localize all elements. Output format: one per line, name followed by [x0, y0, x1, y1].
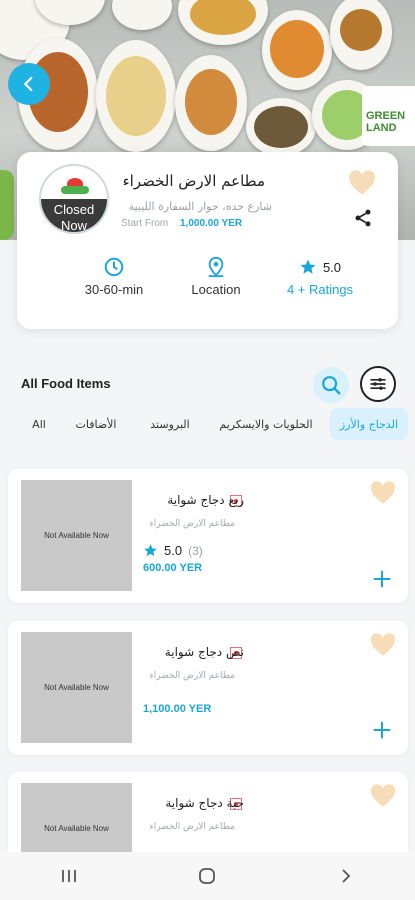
back-nav-button[interactable]: [326, 856, 366, 896]
location-stat[interactable]: Location: [185, 256, 247, 297]
filter-button[interactable]: [360, 366, 396, 402]
food-item-name: نص دجاج شواية: [164, 645, 244, 659]
tab-all[interactable]: All: [24, 408, 54, 440]
food-item-rating: 5.0 (3): [143, 543, 203, 558]
tab-additions[interactable]: الأضافات: [66, 408, 126, 440]
star-icon: [300, 259, 316, 274]
search-icon: [322, 376, 341, 395]
category-tabs: All الأضافات البروستد الحلويات والايسكري…: [0, 408, 415, 448]
restaurant-info-card: Closed Now مطاعم الارض الخضراء شارع حده،…: [17, 152, 398, 329]
start-from-price: 1,000.00 YER: [180, 218, 243, 229]
heart-icon[interactable]: [370, 481, 396, 505]
plus-icon[interactable]: [372, 720, 392, 740]
heart-icon[interactable]: [348, 170, 376, 196]
location-label: Location: [191, 282, 241, 297]
search-button[interactable]: [313, 367, 349, 403]
food-item-image: Not Available Now: [21, 632, 132, 743]
heart-icon[interactable]: [370, 784, 396, 808]
food-item-image: Not Available Now: [21, 783, 132, 852]
restaurant-logo: Closed Now: [39, 164, 109, 234]
food-item-restaurant: مطاعم الارض الخضراء: [149, 671, 235, 681]
food-item-name: حبة دجاج شواية: [165, 796, 244, 810]
heart-icon[interactable]: [370, 633, 396, 657]
delivery-time-label: 30-60-min: [84, 282, 144, 297]
food-item-restaurant: مطاعم الارض الخضراء: [149, 519, 235, 529]
food-item-price: 600.00 YER: [143, 562, 203, 574]
sliders-icon: [370, 378, 386, 390]
food-plate-image: [96, 40, 176, 152]
start-from-label: Start From: [121, 218, 169, 229]
restaurant-name: مطاعم الارض الخضراء: [122, 172, 265, 190]
delivery-time-stat: 30-60-min: [83, 256, 145, 297]
recent-apps-icon: [62, 870, 77, 882]
section-title: All Food Items: [21, 376, 111, 391]
food-item-restaurant: مطاعم الارض الخضراء: [149, 822, 235, 832]
home-icon: [199, 868, 216, 884]
food-plate-image: [246, 98, 316, 156]
food-item-card[interactable]: Not Available Now حبة دجاج شواية مطاعم ا…: [8, 772, 408, 852]
hero-logo-sign: GREEN LAND: [362, 86, 415, 146]
chevron-right-icon: [342, 869, 351, 883]
home-button[interactable]: [187, 856, 227, 896]
tab-desserts[interactable]: الحلويات والايسكريم: [210, 408, 322, 440]
food-plate-image: [178, 0, 268, 45]
food-item-image: Not Available Now: [21, 480, 132, 591]
plus-icon[interactable]: [372, 569, 392, 589]
tab-chicken-rice[interactable]: الدجاج والأرز: [330, 408, 408, 440]
food-item-price: 1,100.00 YER: [143, 703, 212, 715]
star-icon: [144, 544, 157, 557]
food-item-card[interactable]: Not Available Now نص دجاج شواية مطاعم ال…: [8, 621, 408, 755]
rating-stat[interactable]: 5.0 4 + Ratings: [280, 256, 360, 297]
food-item-card[interactable]: Not Available Now ربع دجاج شواية مطاعم ا…: [8, 469, 408, 603]
chevron-left-icon: [24, 76, 33, 92]
tab-broasted[interactable]: البروستد: [138, 408, 202, 440]
back-button[interactable]: [8, 63, 50, 105]
food-plate-image: [175, 55, 247, 151]
food-item-rating-count: (3): [188, 543, 203, 558]
food-plate-image: [262, 10, 332, 90]
clock-icon: [104, 257, 124, 277]
system-nav-bar: [0, 852, 415, 900]
restaurant-address: شارع حده، جوار السفارة الليبية: [128, 200, 272, 213]
share-icon[interactable]: [353, 208, 373, 228]
closed-status-label: Closed Now: [53, 202, 95, 233]
hero-side-banner: [0, 170, 14, 240]
recent-apps-button[interactable]: [49, 856, 89, 896]
food-plate-image: [330, 0, 392, 70]
ratings-count-link: 4 + Ratings: [286, 282, 354, 297]
rating-value: 5.0: [322, 259, 342, 275]
food-item-rating-value: 5.0: [164, 543, 183, 558]
food-item-name: ربع دجاج شواية: [167, 493, 244, 507]
map-pin-icon: [208, 256, 224, 278]
food-plate-image: [112, 0, 172, 30]
